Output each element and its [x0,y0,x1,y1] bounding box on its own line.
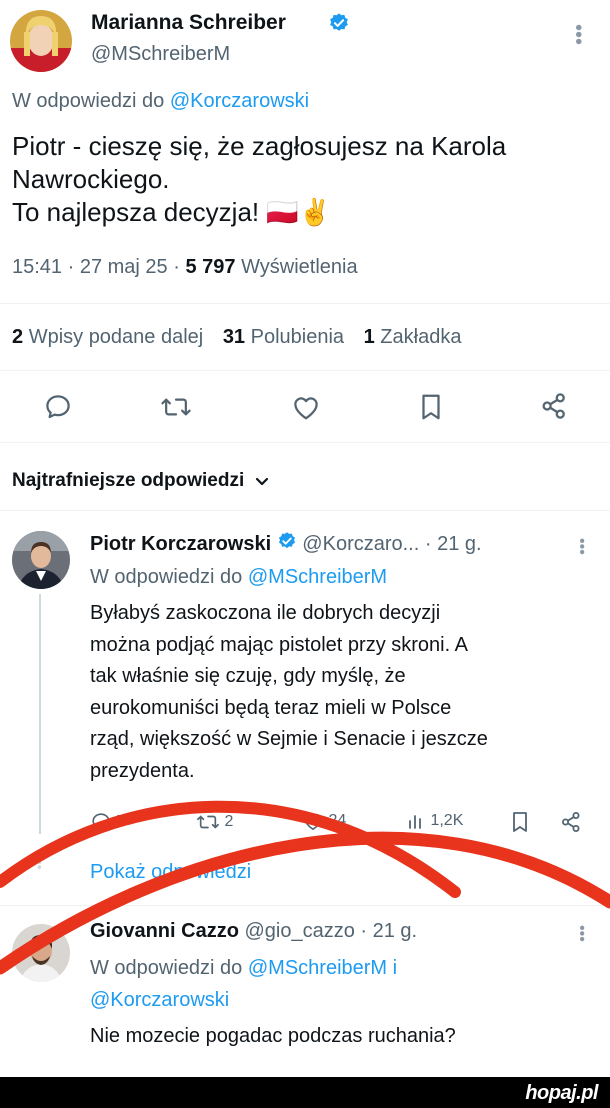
reply-action-views[interactable]: 1,2K [406,811,463,831]
divider [0,370,610,371]
thread-dots: ••• [32,855,48,870]
bookmarks-stat[interactable]: 1 Zakładka [364,326,462,348]
reply-action-reply[interactable]: 7 [90,811,125,833]
reply-icon[interactable] [43,392,73,422]
like-icon [302,811,324,831]
tweet-text-line: Nawrockiego. [12,164,170,194]
reply-author-avatar[interactable] [12,531,70,589]
view-count: 1,2K [430,812,464,830]
more-options-icon[interactable]: ••• [567,24,589,45]
views-count: 5 797 [185,256,236,278]
watermark-bar: hopaj.pl [0,1077,610,1108]
reply-header: Piotr Korczarowski @Korczaro... · 21 g. [90,530,482,559]
reposts-stat[interactable]: 2 Wpisy podane dalej [12,326,209,348]
divider [0,442,610,443]
show-replies-link[interactable]: Pokaż odpowiedzi [90,858,251,886]
reply-author-name[interactable]: Piotr Korczarowski [90,533,271,555]
reply-to-link[interactable]: @MSchreiberM i [248,957,397,979]
reply-author-handle[interactable]: @Korczaro... [302,533,419,555]
reply-text-line: prezydenta. [90,759,195,782]
repost-icon [196,811,220,833]
reposts-label: Wpisy podane dalej [28,326,204,348]
reply-text-line: Byłabyś zaskoczona ile dobrych decyzji [90,602,441,624]
reply-to-link[interactable]: @MSchreiberM [248,566,387,588]
tweet-meta: 15:41 · 27 maj 25 · 5 797 Wyświetlenia [12,253,358,281]
more-options-icon[interactable]: ••• [573,925,590,942]
chevron-down-icon [254,473,270,489]
bookmark-icon[interactable] [510,810,530,834]
tweet-text: Piotr - cieszę się, że zagłosujesz na Ka… [12,130,506,229]
watermark-text: hopaj.pl [525,1082,598,1104]
reply-context: W odpowiedzi do @MSchreiberM [90,563,387,591]
reply-header: Giovanni Cazzo @gio_cazzo · 21 g. [90,917,417,945]
reply-text-line: eurokomuniści będą teraz mieli w Polsce [90,696,452,719]
reply-action-like[interactable]: 24 [302,811,346,831]
divider [0,303,610,304]
reply-text-line: tak właśnie się czuję, gdy myślę, że [90,665,406,687]
reply-action-repost[interactable]: 2 [196,811,233,833]
verified-badge-icon [328,12,350,39]
reply-to-link[interactable]: @Korczarowski [170,90,309,112]
like-icon[interactable] [291,393,321,421]
replies-section-title: Najtrafniejsze odpowiedzi [12,470,245,491]
tweet-timestamp[interactable]: 15:41 · 27 maj 25 · [12,256,180,278]
bookmarks-count: 1 [363,326,375,348]
reply-count: 7 [116,813,126,831]
share-icon[interactable] [539,391,569,421]
views-label: Wyświetlenia [241,256,358,278]
repost-count: 2 [224,813,234,831]
reply-author-handle[interactable]: @gio_cazzo [244,920,354,942]
replies-sort-dropdown[interactable]: Najtrafniejsze odpowiedzi [12,468,270,494]
bookmarks-label: Zakładka [380,326,462,348]
likes-label: Polubienia [250,326,345,348]
reply-text: Byłabyś zaskoczona ile dobrych decyzji m… [90,598,488,787]
reply-time[interactable]: · 21 g. [425,533,482,555]
verified-badge-icon [277,531,297,559]
reply-time[interactable]: · 21 g. [360,920,417,942]
engagement-stats: 2 Wpisy podane dalej 31 Polubienia 1 Zak… [12,323,461,351]
author-name[interactable]: Marianna Schreiber [91,8,286,38]
reply-context: W odpowiedzi do @Korczarowski [12,87,309,115]
reply-text-line: rząd, większość w Sejmie i Senacie i jes… [90,728,488,750]
tweet-text-line: To najlepsza decyzja! 🇵🇱✌️ [12,197,332,227]
divider [0,510,610,511]
reply-prefix: W odpowiedzi do [90,957,243,979]
author-avatar[interactable] [10,10,72,72]
author-handle[interactable]: @MSchreiberM [91,40,230,68]
tweet-text-line: Piotr - cieszę się, że zagłosujesz na Ka… [12,131,507,161]
likes-count: 31 [222,326,246,348]
reply-to-link[interactable]: @Korczarowski [90,984,397,1016]
reply-author-avatar[interactable] [12,924,70,982]
more-options-icon[interactable]: ••• [573,538,590,555]
thread-line [39,594,41,834]
repost-icon[interactable] [160,392,192,422]
reply-author-name[interactable]: Giovanni Cazzo [90,920,239,942]
bookmark-icon[interactable] [418,392,444,422]
reply-prefix: W odpowiedzi do [12,90,165,112]
like-count: 24 [328,812,347,830]
divider [0,905,610,906]
reply-context: W odpowiedzi do @MSchreiberM i @Korczaro… [90,952,397,1016]
share-icon[interactable] [559,810,583,834]
likes-stat[interactable]: 31 Polubienia [223,326,350,348]
views-icon [406,811,426,831]
reposts-count: 2 [12,326,24,348]
reply-icon [90,811,112,833]
reply-prefix: W odpowiedzi do [90,566,243,588]
reply-text: Nie mozecie pogadac podczas ruchania? [90,1025,456,1047]
reply-text-line: można podjąć mając pistolet przy skroni.… [90,633,468,656]
